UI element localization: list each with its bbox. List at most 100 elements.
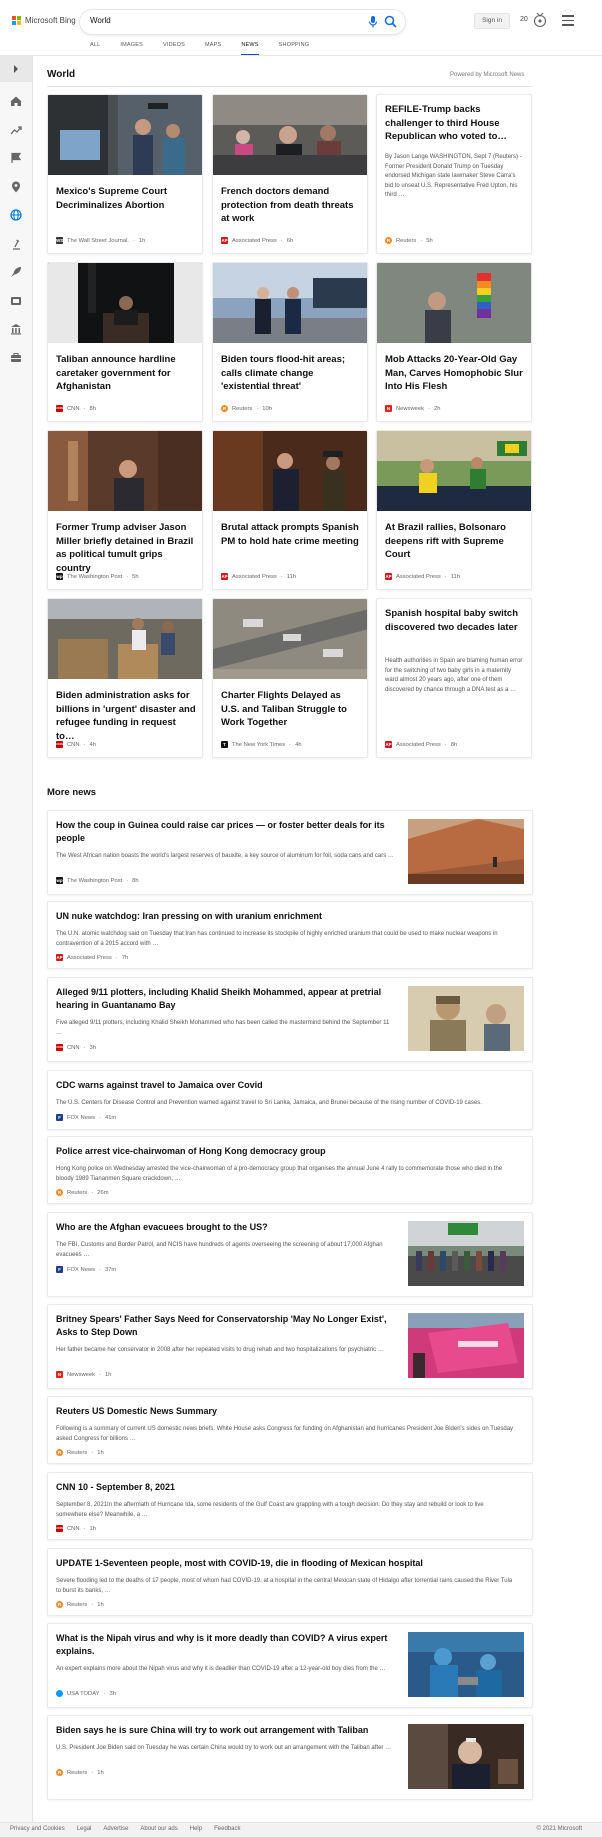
washington-post-logo-icon: wp bbox=[56, 877, 63, 884]
news-title[interactable]: REFILE-Trump backs challenger to third H… bbox=[385, 103, 525, 144]
news-age: 1h bbox=[89, 1525, 96, 1532]
section-divider bbox=[47, 86, 533, 87]
location-pin-icon[interactable] bbox=[10, 181, 22, 193]
rewards-count[interactable]: 20 bbox=[520, 16, 528, 23]
footer-link-advertise[interactable]: Advertise bbox=[103, 1826, 128, 1832]
news-card[interactable]: At Brazil rallies, Bolsonaro deepens rif… bbox=[376, 430, 532, 590]
news-age: 1h bbox=[138, 237, 146, 244]
footer-link-feedback[interactable]: Feedback bbox=[214, 1826, 240, 1832]
news-card[interactable]: Taliban announce hardline caretaker gove… bbox=[47, 262, 203, 422]
more-news-item[interactable]: Reuters US Domestic News Summary Followi… bbox=[47, 1396, 533, 1464]
news-snippet: September 8, 2021In the aftermath of Hur… bbox=[56, 1502, 484, 1518]
rocket-icon[interactable] bbox=[10, 266, 22, 278]
news-title[interactable]: Alleged 9/11 plotters, including Khalid … bbox=[56, 986, 396, 1012]
cnn-logo-icon: CNN bbox=[56, 741, 63, 748]
more-news-item[interactable]: What is the Nipah virus and why is it mo… bbox=[47, 1623, 533, 1708]
footer-link-privacy[interactable]: Privacy and Cookies bbox=[10, 1826, 65, 1832]
news-snippet: The FBI, Customs and Border Patrol, and … bbox=[56, 1242, 383, 1258]
source-name: FOX News bbox=[67, 1114, 96, 1121]
tab-shopping[interactable]: SHOPPING bbox=[279, 40, 320, 56]
new-york-times-logo-icon: T bbox=[221, 741, 228, 748]
rewards-medal-icon[interactable] bbox=[533, 12, 547, 28]
news-title[interactable]: Biden administration asks for billions i… bbox=[56, 689, 196, 743]
tab-images[interactable]: IMAGES bbox=[120, 40, 153, 56]
tab-news[interactable]: NEWS bbox=[241, 40, 259, 56]
news-title[interactable]: Reuters US Domestic News Summary bbox=[56, 1405, 516, 1418]
source-name: The Wall Street Journal. bbox=[67, 237, 129, 244]
bing-logo[interactable]: Microsoft Bing bbox=[12, 16, 76, 25]
search-box[interactable]: World bbox=[80, 10, 405, 34]
sign-in-button[interactable]: Sign in bbox=[474, 13, 510, 29]
news-age: 8h bbox=[450, 741, 458, 748]
news-card[interactable]: Mexico's Supreme Court Decriminalizes Ab… bbox=[47, 94, 203, 254]
news-title[interactable]: UPDATE 1-Seventeen people, most with COV… bbox=[56, 1557, 516, 1570]
flag-icon[interactable] bbox=[10, 152, 22, 164]
news-title[interactable]: Police arrest vice-chairwoman of Hong Ko… bbox=[56, 1145, 516, 1158]
news-image bbox=[48, 599, 202, 679]
news-title[interactable]: UN nuke watchdog: Iran pressing on with … bbox=[56, 910, 516, 923]
news-card[interactable]: Biden administration asks for billions i… bbox=[47, 598, 203, 758]
footer-link-legal[interactable]: Legal bbox=[77, 1826, 92, 1832]
more-news-item[interactable]: Biden says he is sure China will try to … bbox=[47, 1715, 533, 1800]
more-news-item[interactable]: UN nuke watchdog: Iran pressing on with … bbox=[47, 901, 533, 969]
news-card[interactable]: Former Trump adviser Jason Miller briefl… bbox=[47, 430, 203, 590]
news-card[interactable]: Biden tours flood-hit areas; calls clima… bbox=[212, 262, 368, 422]
news-source: ● USA TODAY · 3h bbox=[56, 1690, 116, 1697]
news-title[interactable]: Mob Attacks 20-Year-Old Gay Man, Carves … bbox=[385, 353, 525, 394]
business-icon[interactable] bbox=[10, 352, 22, 364]
tab-maps[interactable]: MAPS bbox=[205, 40, 231, 56]
footer-link-help[interactable]: Help bbox=[190, 1826, 202, 1832]
news-card[interactable]: Mob Attacks 20-Year-Old Gay Man, Carves … bbox=[376, 262, 532, 422]
more-news-item[interactable]: CDC warns against travel to Jamaica over… bbox=[47, 1070, 533, 1130]
more-news-item[interactable]: Police arrest vice-chairwoman of Hong Ko… bbox=[47, 1136, 533, 1204]
news-snippet: By Jason Lange WASHINGTON, Sept 7 (Reute… bbox=[385, 154, 522, 198]
more-news-item[interactable]: Alleged 9/11 plotters, including Khalid … bbox=[47, 977, 533, 1062]
news-title[interactable]: Biden tours flood-hit areas; calls clima… bbox=[221, 353, 361, 394]
tab-all[interactable]: ALL bbox=[90, 40, 110, 56]
news-title[interactable]: What is the Nipah virus and why is it mo… bbox=[56, 1632, 396, 1658]
news-snippet: The U.S. Centers for Disease Control and… bbox=[56, 1100, 482, 1106]
news-title[interactable]: French doctors demand protection from de… bbox=[221, 185, 361, 226]
news-title[interactable]: Charter Flights Delayed as U.S. and Tali… bbox=[221, 689, 361, 730]
search-input[interactable]: World bbox=[90, 16, 111, 25]
tab-videos[interactable]: VIDEOS bbox=[163, 40, 195, 56]
news-card[interactable]: Spanish hospital baby switch discovered … bbox=[376, 598, 532, 758]
more-news-item[interactable]: Who are the Afghan evacuees brought to t… bbox=[47, 1212, 533, 1297]
news-title[interactable]: Biden says he is sure China will try to … bbox=[56, 1724, 396, 1737]
news-title[interactable]: Taliban announce hardline caretaker gove… bbox=[56, 353, 196, 394]
footer-link-about-ads[interactable]: About our ads bbox=[140, 1826, 177, 1832]
news-image bbox=[48, 431, 202, 511]
news-title[interactable]: CDC warns against travel to Jamaica over… bbox=[56, 1079, 516, 1092]
more-news-item[interactable]: How the coup in Guinea could raise car p… bbox=[47, 810, 533, 895]
news-source: wp The Washington Post · 5h bbox=[56, 573, 139, 580]
globe-icon[interactable] bbox=[10, 209, 22, 221]
news-title[interactable]: Brutal attack prompts Spanish PM to hold… bbox=[221, 521, 361, 548]
news-title[interactable]: How the coup in Guinea could raise car p… bbox=[56, 819, 396, 845]
news-title[interactable]: Former Trump adviser Jason Miller briefl… bbox=[56, 521, 196, 575]
politics-building-icon[interactable] bbox=[10, 323, 22, 335]
news-card[interactable]: French doctors demand protection from de… bbox=[212, 94, 368, 254]
entertainment-icon[interactable] bbox=[10, 295, 22, 307]
news-card[interactable]: Brutal attack prompts Spanish PM to hold… bbox=[212, 430, 368, 590]
home-icon[interactable] bbox=[10, 95, 22, 107]
news-card[interactable]: REFILE-Trump backs challenger to third H… bbox=[376, 94, 532, 254]
hamburger-menu-icon[interactable] bbox=[562, 15, 574, 26]
more-news-item[interactable]: CNN 10 - September 8, 2021 September 8, … bbox=[47, 1472, 533, 1540]
news-title[interactable]: At Brazil rallies, Bolsonaro deepens rif… bbox=[385, 521, 525, 562]
microphone-icon[interactable] bbox=[367, 15, 379, 29]
news-title[interactable]: CNN 10 - September 8, 2021 bbox=[56, 1481, 516, 1494]
microscope-icon[interactable] bbox=[10, 238, 22, 250]
trending-icon[interactable] bbox=[10, 124, 22, 136]
news-title[interactable]: Britney Spears' Father Says Need for Con… bbox=[56, 1313, 396, 1339]
search-icon[interactable] bbox=[384, 15, 397, 28]
news-source: R Reuters · 1h bbox=[56, 1769, 104, 1776]
news-title[interactable]: Spanish hospital baby switch discovered … bbox=[385, 607, 525, 634]
sidebar-expand-button[interactable] bbox=[0, 56, 32, 82]
source-name: USA TODAY bbox=[67, 1690, 100, 1697]
news-title[interactable]: Who are the Afghan evacuees brought to t… bbox=[56, 1221, 396, 1234]
news-snippet: Severe flooding led to the deaths of 17 … bbox=[56, 1578, 513, 1594]
news-card[interactable]: Charter Flights Delayed as U.S. and Tali… bbox=[212, 598, 368, 758]
news-title[interactable]: Mexico's Supreme Court Decriminalizes Ab… bbox=[56, 185, 196, 212]
more-news-item[interactable]: Britney Spears' Father Says Need for Con… bbox=[47, 1304, 533, 1389]
more-news-item[interactable]: UPDATE 1-Seventeen people, most with COV… bbox=[47, 1548, 533, 1616]
